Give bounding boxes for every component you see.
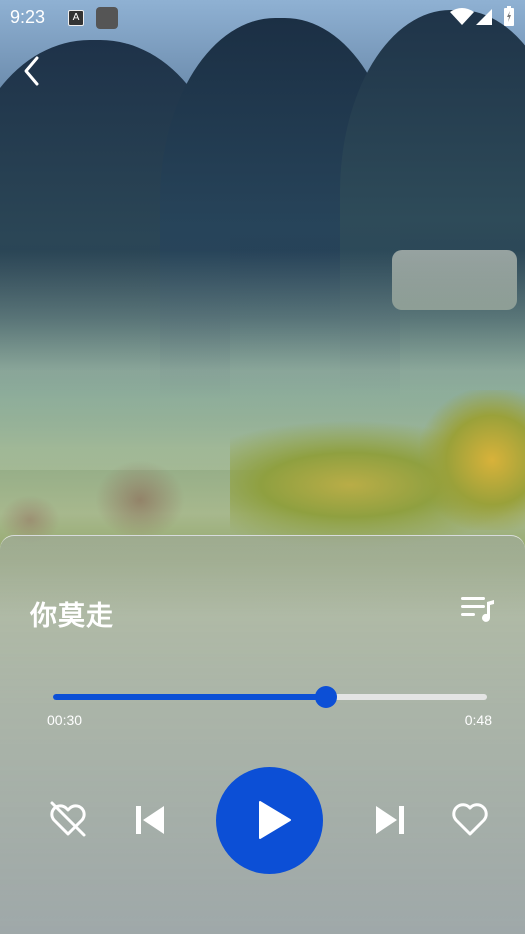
- battery-icon: [504, 6, 514, 26]
- total-time: 0:48: [464, 712, 492, 728]
- player-screen: 9:23 A 你莫走 00:30 0:48: [0, 0, 525, 934]
- skip-next-icon[interactable]: [372, 802, 408, 838]
- status-bar: 9:23 A: [0, 0, 525, 36]
- wifi-icon: [450, 8, 474, 25]
- heart-outline-icon[interactable]: [450, 800, 490, 838]
- play-button[interactable]: [216, 767, 323, 874]
- background-trees: [420, 390, 525, 530]
- progress-slider[interactable]: [53, 686, 487, 708]
- status-time: 9:23: [10, 7, 46, 27]
- song-title: 你莫走: [30, 601, 114, 632]
- progress-thumb[interactable]: [315, 686, 338, 708]
- broken-heart-icon[interactable]: [48, 799, 88, 839]
- playlist-icon[interactable]: [460, 594, 496, 626]
- current-time: 00:30: [47, 712, 83, 728]
- app-a-icon: A: [68, 10, 84, 26]
- play-icon: [259, 801, 291, 839]
- signal-icon: [476, 9, 492, 25]
- player-panel: 你莫走 00:30 0:48: [0, 535, 525, 934]
- app-square-icon: [96, 7, 118, 29]
- skip-previous-icon[interactable]: [132, 802, 168, 838]
- background-tree: [95, 460, 185, 540]
- back-chevron-icon[interactable]: [18, 54, 48, 88]
- progress-fill: [53, 694, 327, 700]
